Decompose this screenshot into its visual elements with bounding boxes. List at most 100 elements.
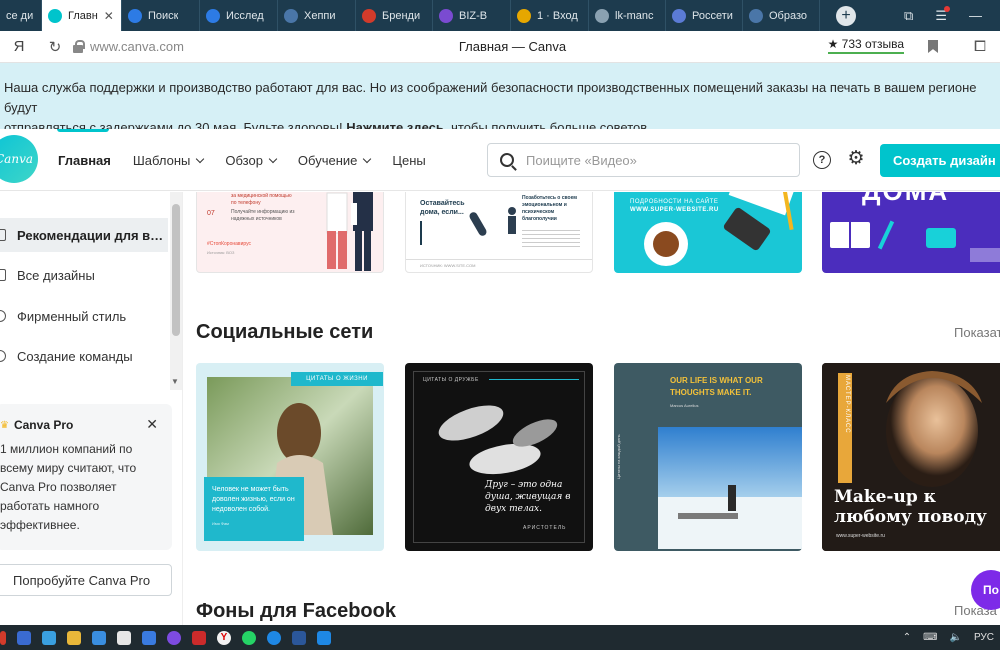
sidebar-item-brand-kit[interactable]: Фирменный стиль — [0, 299, 168, 333]
yandex-icon[interactable]: Я — [0, 38, 38, 55]
minimize-icon[interactable]: — — [969, 8, 982, 23]
nav-learn[interactable]: Обучение — [298, 153, 372, 168]
browser-tab[interactable]: BIZ-B — [433, 0, 511, 31]
app-header: Canva Главная Шаблоны Обзор Обучение Цен… — [0, 129, 1000, 191]
create-design-button[interactable]: Создать дизайн — [880, 144, 1000, 177]
chevron-down-icon — [363, 154, 372, 163]
social-card-friendship-quotes[interactable]: ЦИТАТЫ О ДРУЖБЕ Друг – это одна душа, жи… — [405, 363, 593, 551]
sidebar-scroll-thumb[interactable] — [172, 204, 180, 336]
taskbar-word-icon[interactable] — [292, 630, 306, 645]
tab-favicon-icon — [206, 8, 220, 23]
taskbar-app2-icon[interactable] — [317, 630, 331, 645]
tab-favicon-icon — [439, 8, 453, 23]
volume-icon[interactable]: 🔈 — [950, 632, 962, 643]
taskbar-viber-icon[interactable] — [167, 630, 181, 645]
taskbar-folder-icon[interactable] — [67, 630, 81, 645]
taskbar-tray: ⌃ ⌨ 🔈 РУС — [903, 625, 1000, 650]
browser-tab[interactable]: Россети — [666, 0, 743, 31]
search-icon — [500, 153, 514, 167]
crown-icon: ♛ — [0, 419, 9, 431]
tab-label: lk-manc — [615, 9, 654, 22]
search-box[interactable] — [487, 143, 800, 177]
nav-pricing[interactable]: Цены — [392, 153, 425, 168]
browser-window-controls: ⧉ ☰ — — [890, 0, 1000, 31]
menu-icon[interactable]: ☰ — [935, 5, 950, 24]
sidebar-menu: Рекомендации для в… Все дизайны Фирменны… — [0, 192, 183, 390]
template-card-covid[interactable]: за медицинской помощью по телефону 07 Пол… — [196, 192, 384, 273]
taskbar-whatsapp-icon[interactable] — [242, 630, 256, 645]
taskbar-app-icon[interactable] — [0, 630, 6, 645]
show-all-social-link[interactable]: Показат — [954, 325, 1000, 340]
scroll-down-arrow[interactable]: ▼ — [171, 377, 179, 386]
template-card-workspace[interactable]: ПОДРОБНОСТИ НА САЙТЕ WWW.SUPER-WEBSITE.RU — [614, 192, 802, 273]
browser-tab[interactable]: Главн ✕ — [42, 0, 122, 31]
browser-tab[interactable]: Бренди — [356, 0, 433, 31]
url-field[interactable]: www.canva.com — [90, 39, 184, 54]
taskbar-window-icon[interactable] — [142, 630, 156, 645]
section-title-facebook: Фоны для Facebook — [196, 600, 396, 622]
sidebar-item-all-designs[interactable]: Все дизайны — [0, 258, 168, 292]
tab-favicon-icon — [517, 8, 531, 23]
try-canva-pro-button[interactable]: Попробуйте Canva Pro — [0, 564, 172, 596]
thermometer-icon — [469, 212, 487, 236]
reload-icon[interactable]: ↻ — [38, 38, 72, 56]
person-icon — [508, 207, 516, 234]
tab-label: 1 · Вход — [537, 9, 578, 22]
taskbar-computer-icon[interactable] — [42, 630, 56, 645]
language-indicator[interactable]: РУС — [974, 632, 994, 643]
tab-favicon-icon — [672, 8, 686, 23]
gear-icon[interactable]: ⚙ — [846, 149, 866, 169]
tab-favicon-icon — [595, 8, 609, 23]
banner-line-1: Наша служба поддержки и производство раб… — [4, 80, 977, 115]
windows-taskbar: Y ⌃ ⌨ 🔈 РУС — [0, 625, 1000, 650]
sidebar-item-recommendations[interactable]: Рекомендации для в… — [0, 218, 168, 252]
team-icon — [0, 350, 6, 362]
coffee-cup-icon — [644, 222, 688, 266]
address-bar: Я ↻ www.canva.com Главная — Canva ★ 733 … — [0, 31, 1000, 63]
browser-tab[interactable]: Исслед — [200, 0, 278, 31]
tab-label: Хеппи — [304, 9, 336, 22]
taskbar-screen-icon[interactable] — [92, 630, 106, 645]
taskbar-pen-icon[interactable] — [17, 630, 31, 645]
doctors-illustration — [326, 192, 373, 271]
new-tab-button[interactable]: + — [836, 5, 856, 26]
taskbar-photo-icon[interactable] — [192, 630, 206, 645]
browser-tab[interactable]: Хеппи — [278, 0, 356, 31]
reviews-badge[interactable]: ★ 733 отзыва — [827, 37, 904, 54]
sidebar-item-create-team[interactable]: Создание команды — [0, 339, 168, 373]
taskbar-edge-icon[interactable] — [267, 630, 281, 645]
tab-label: Главн — [68, 9, 98, 22]
tab-favicon-icon — [284, 8, 298, 23]
browser-tab[interactable]: lk-manc — [589, 0, 666, 31]
chevron-down-icon — [268, 154, 278, 163]
browser-tab[interactable]: Поиск — [122, 0, 200, 31]
social-card-life-quotes[interactable]: ЦИТАТЫ О ЖИЗНИ Человек не может быть дов… — [196, 363, 384, 551]
close-icon[interactable]: ✕ — [146, 416, 158, 433]
tabs-overview-icon[interactable]: ⧉ — [904, 8, 913, 24]
browser-tab[interactable]: се ди — [0, 0, 42, 31]
social-card-life-thoughts[interactable]: OUR LIFE IS WHAT OUR THOUGHTS MAKE IT. M… — [614, 363, 802, 551]
browser-tab[interactable]: Образо — [743, 0, 820, 31]
keyboard-icon[interactable]: ⌨ — [923, 632, 937, 643]
nav-home[interactable]: Главная — [58, 153, 111, 168]
template-card-home[interactable]: ДОМА — [822, 192, 1000, 273]
chevron-up-icon[interactable]: ⌃ — [903, 632, 911, 643]
search-input[interactable] — [526, 152, 776, 168]
template-card-stay-home[interactable]: Оставайтесь дома, если... Позаботьтесь о … — [405, 192, 593, 273]
main-content: за медицинской помощью по телефону 07 Пол… — [183, 192, 1000, 625]
tab-favicon-icon — [48, 8, 62, 23]
bookmark-icon[interactable] — [928, 40, 938, 53]
canva-logo[interactable]: Canva — [0, 135, 38, 183]
extensions-icon[interactable]: ⧠ — [974, 38, 986, 55]
browser-tab[interactable]: 1 · Вход — [511, 0, 589, 31]
social-card-makeup[interactable]: МАСТЕР-КЛАСС Make-up к любому поводу www… — [822, 363, 1000, 551]
taskbar-store-icon[interactable] — [117, 630, 131, 645]
tab-close-icon[interactable]: ✕ — [104, 9, 114, 23]
taskbar-yandex-icon[interactable]: Y — [217, 630, 231, 645]
nav-templates[interactable]: Шаблоны — [133, 153, 205, 168]
nav-browse[interactable]: Обзор — [225, 153, 278, 168]
sea-photo — [658, 427, 802, 549]
sidebar: Рекомендации для в… Все дизайны Фирменны… — [0, 192, 183, 625]
tab-favicon-icon — [362, 8, 376, 23]
help-icon[interactable]: ? — [813, 151, 831, 169]
